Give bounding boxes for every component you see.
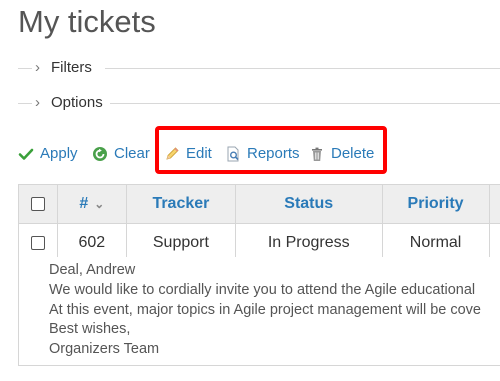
- select-all-checkbox[interactable]: [30, 196, 45, 211]
- description-line: Best wishes,: [49, 321, 131, 337]
- chevron-right-icon: ›: [35, 59, 40, 76]
- divider: [110, 103, 500, 104]
- column-header-number[interactable]: # ⌄: [56, 184, 128, 224]
- filters-toggle[interactable]: › Filters: [18, 58, 500, 78]
- apply-button[interactable]: Apply: [18, 142, 78, 166]
- options-toggle[interactable]: › Options: [18, 93, 500, 113]
- column-header-priority[interactable]: Priority: [381, 184, 490, 224]
- description-line: At this event, major topics in Agile pro…: [49, 302, 481, 318]
- reload-icon: [93, 147, 107, 162]
- row-checkbox[interactable]: [30, 235, 45, 250]
- number-header-label: #: [79, 195, 89, 212]
- ticket-description: Deal, Andrew We would like to cordially …: [18, 257, 500, 366]
- tracker-header-label: Tracker: [152, 195, 210, 212]
- description-line: Deal, Andrew: [49, 262, 136, 278]
- checkmark-icon: [18, 148, 34, 160]
- sort-down-icon: ⌄: [94, 196, 105, 211]
- table-header-row: # ⌄ Tracker Status Priority: [18, 184, 500, 224]
- clear-button[interactable]: Clear: [92, 142, 150, 166]
- column-header-status[interactable]: Status: [234, 184, 383, 224]
- divider: [18, 68, 32, 69]
- page-title: My tickets: [18, 4, 156, 39]
- clear-label: Clear: [114, 145, 150, 163]
- description-line: Organizers Team: [49, 341, 160, 357]
- options-label[interactable]: Options: [51, 93, 109, 113]
- priority-header-label: Priority: [407, 195, 464, 212]
- status-header-label: Status: [284, 195, 334, 212]
- divider: [105, 68, 500, 69]
- column-header-overflow: [488, 184, 500, 224]
- apply-label: Apply: [40, 145, 78, 163]
- column-header-tracker[interactable]: Tracker: [126, 184, 236, 224]
- description-line: We would like to cordially invite you to…: [49, 282, 476, 298]
- select-all-cell: [18, 184, 58, 224]
- highlight-annotation: [155, 126, 387, 174]
- chevron-right-icon: ›: [35, 94, 40, 111]
- filters-label[interactable]: Filters: [51, 58, 98, 78]
- divider: [18, 103, 32, 104]
- tickets-table: # ⌄ Tracker Status Priority 602 Support I…: [18, 184, 500, 263]
